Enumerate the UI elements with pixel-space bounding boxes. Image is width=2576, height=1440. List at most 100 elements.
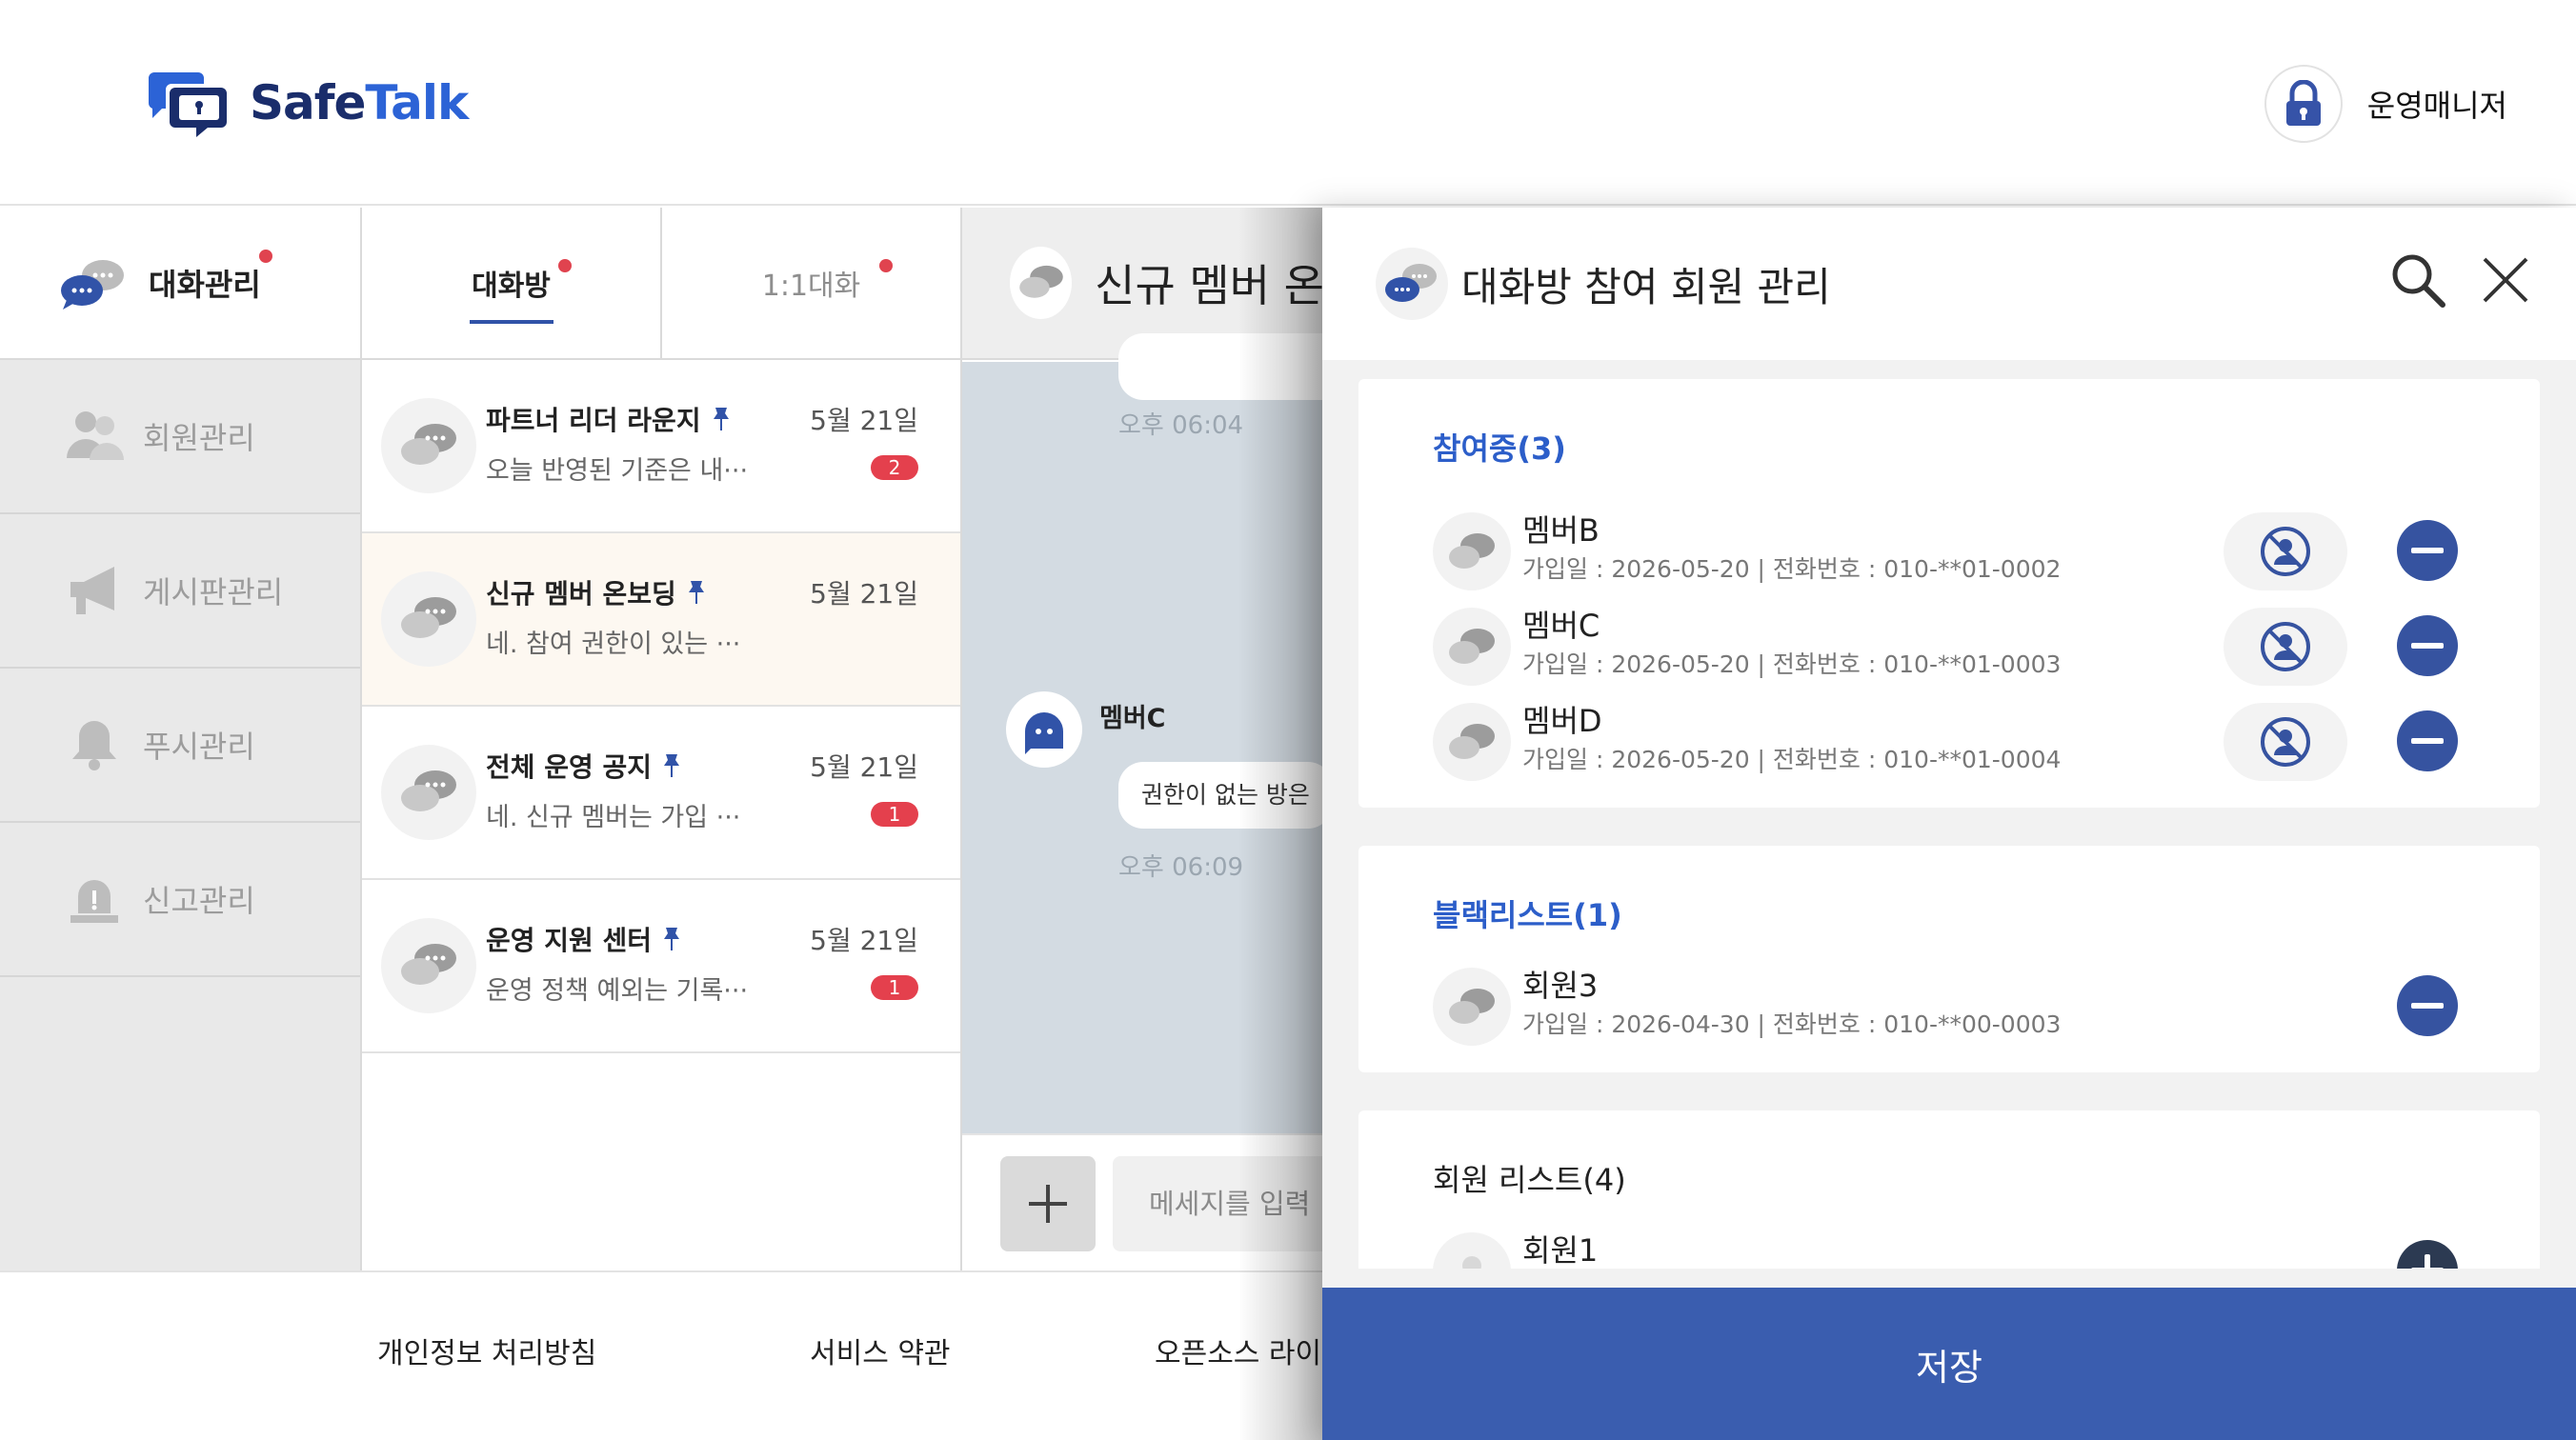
- safetalk-logo[interactable]: SafeTalk: [147, 67, 469, 139]
- room-list-item[interactable]: 파트너 리더 라운지 오늘 반영된 기준은 내··· 5월 21일 2: [362, 360, 960, 533]
- pin-icon: [713, 408, 729, 430]
- room-preview: 운영 정책 예외는 기록···: [486, 976, 749, 1006]
- tab-label: 1:1대화: [761, 270, 861, 303]
- chat-character-icon: [1025, 712, 1063, 754]
- member-info: 가입일 : 2026-04-30 | 전화번호 : 010-**00-0003: [1522, 1010, 2062, 1038]
- members-icon: [67, 411, 124, 460]
- pin-icon: [664, 754, 680, 777]
- member-management-panel: 대화방 참여 회원 관리 참여중(3) 멤버B 가입일 : 2026-05-20…: [1322, 208, 2576, 1440]
- member-avatar: [1433, 1232, 1511, 1269]
- chat-bubbles-icon: [1449, 533, 1495, 569]
- blacklist-button[interactable]: [2224, 512, 2347, 590]
- sender-avatar[interactable]: [1006, 691, 1082, 768]
- minus-icon: [2411, 548, 2444, 553]
- member-name: 멤버C: [1522, 608, 1600, 644]
- sidebar-item-board[interactable]: 게시판관리: [0, 514, 360, 669]
- member-name: 회원3: [1522, 968, 1599, 1004]
- member-name: 회원1: [1522, 1232, 1599, 1269]
- sidebar-header[interactable]: 대화관리: [0, 208, 360, 360]
- pin-icon: [688, 581, 704, 604]
- room-preview: 네. 신규 멤버는 가입 ···: [486, 803, 741, 832]
- room-date: 5월 21일: [810, 751, 918, 783]
- tab-rooms[interactable]: 대화방: [362, 208, 660, 358]
- room-date: 5월 21일: [810, 925, 918, 956]
- tab-label: 대화방: [472, 270, 551, 303]
- user-placeholder-icon: [1462, 1256, 1481, 1269]
- minus-icon: [2411, 738, 2444, 744]
- room-list-item[interactable]: 운영 지원 센터 운영 정책 예외는 기록··· 5월 21일 1: [362, 880, 960, 1053]
- member-avatar: [1433, 608, 1511, 686]
- sidebar-item-label: 회원관리: [143, 420, 255, 456]
- panel-title: 대화방 참여 회원 관리: [1461, 264, 1831, 310]
- sidebar-item-push[interactable]: 푸시관리: [0, 669, 360, 823]
- remove-from-blacklist-button[interactable]: [2397, 975, 2458, 1036]
- close-icon[interactable]: [2477, 251, 2534, 309]
- minus-icon: [2411, 1003, 2444, 1009]
- tab-direct-chat[interactable]: 1:1대화: [660, 208, 960, 358]
- member-list-section: 회원 리스트(4) 회원1: [1358, 1110, 2540, 1269]
- panel-shadow: [1238, 208, 1324, 1440]
- privacy-policy-link[interactable]: 개인정보 처리방침: [377, 1330, 596, 1371]
- bell-icon: [72, 721, 116, 770]
- chat-bubbles-icon: [401, 424, 456, 465]
- unread-badge: 2: [871, 455, 918, 480]
- chat-bubbles-icon: [61, 260, 124, 310]
- blacklist-section: 블랙리스트(1) 회원3 가입일 : 2026-04-30 | 전화번호 : 0…: [1358, 846, 2540, 1072]
- room-date: 5월 21일: [810, 578, 918, 610]
- participating-section: 참여중(3) 멤버B 가입일 : 2026-05-20 | 전화번호 : 010…: [1358, 379, 2540, 808]
- room-name: 전체 운영 공지: [486, 747, 682, 785]
- save-button[interactable]: 저장: [1322, 1288, 2576, 1440]
- section-title: 참여중(3): [1433, 430, 1566, 467]
- user-menu[interactable]: 운영매니저: [2264, 65, 2507, 143]
- notification-dot: [879, 259, 893, 272]
- member-avatar: [1433, 968, 1511, 1046]
- attach-button[interactable]: [1000, 1156, 1096, 1251]
- section-title: 블랙리스트(1): [1433, 897, 1622, 933]
- sidebar-item-members[interactable]: 회원관리: [0, 360, 360, 514]
- member-row: 회원1: [1358, 1217, 2540, 1269]
- room-avatar: [381, 571, 476, 667]
- room-list-item[interactable]: 신규 멤버 온보딩 네. 참여 권한이 있는 ··· 5월 21일: [362, 533, 960, 707]
- sidebar-item-label: 게시판관리: [143, 574, 284, 610]
- lock-icon: [2285, 80, 2321, 126]
- remove-member-button[interactable]: [2397, 710, 2458, 771]
- room-preview: 오늘 반영된 기준은 내···: [486, 456, 749, 486]
- pin-icon: [664, 928, 680, 950]
- member-info: 가입일 : 2026-05-20 | 전화번호 : 010-**01-0003: [1522, 650, 2062, 678]
- add-member-button[interactable]: [2397, 1240, 2458, 1269]
- remove-member-button[interactable]: [2397, 615, 2458, 676]
- blacklist-button[interactable]: [2224, 608, 2347, 686]
- chat-bubbles-icon: [1449, 629, 1495, 664]
- minus-icon: [2411, 643, 2444, 649]
- room-name: 파트너 리더 라운지: [486, 400, 732, 438]
- sidebar-item-report[interactable]: 신고관리: [0, 823, 360, 977]
- unread-badge: 1: [871, 802, 918, 827]
- top-header: SafeTalk 운영매니저: [0, 0, 2576, 206]
- block-user-icon: [2261, 717, 2310, 767]
- chat-bubbles-icon: [401, 944, 456, 985]
- member-row: 회원3 가입일 : 2026-04-30 | 전화번호 : 010-**00-0…: [1358, 952, 2540, 1048]
- chat-bubbles-icon: [1376, 248, 1448, 320]
- remove-member-button[interactable]: [2397, 520, 2458, 581]
- chat-room-avatar: [1010, 247, 1073, 319]
- search-icon[interactable]: [2387, 250, 2448, 310]
- member-avatar: [1433, 512, 1511, 590]
- room-date: 5월 21일: [810, 405, 918, 436]
- terms-link[interactable]: 서비스 약관: [810, 1330, 951, 1371]
- room-tabs: 대화방 1:1대화: [362, 208, 960, 360]
- room-avatar: [381, 398, 476, 493]
- member-avatar: [1433, 703, 1511, 781]
- panel-scroll-area[interactable]: 참여중(3) 멤버B 가입일 : 2026-05-20 | 전화번호 : 010…: [1322, 360, 2576, 1269]
- unread-badge: 1: [871, 975, 918, 1000]
- room-avatar: [381, 918, 476, 1013]
- chat-bubbles-icon: [401, 597, 456, 638]
- chat-bubbles-icon: [1449, 989, 1495, 1024]
- sidebar-item-label: 푸시관리: [143, 729, 255, 765]
- megaphone-icon: [70, 567, 114, 614]
- message-time: 오후 06:04: [1118, 411, 1244, 440]
- member-name: 멤버B: [1522, 512, 1600, 549]
- chat-bubbles-icon: [1449, 724, 1495, 759]
- blacklist-button[interactable]: [2224, 703, 2347, 781]
- room-name: 운영 지원 센터: [486, 920, 682, 958]
- room-list-item[interactable]: 전체 운영 공지 네. 신규 멤버는 가입 ··· 5월 21일 1: [362, 707, 960, 880]
